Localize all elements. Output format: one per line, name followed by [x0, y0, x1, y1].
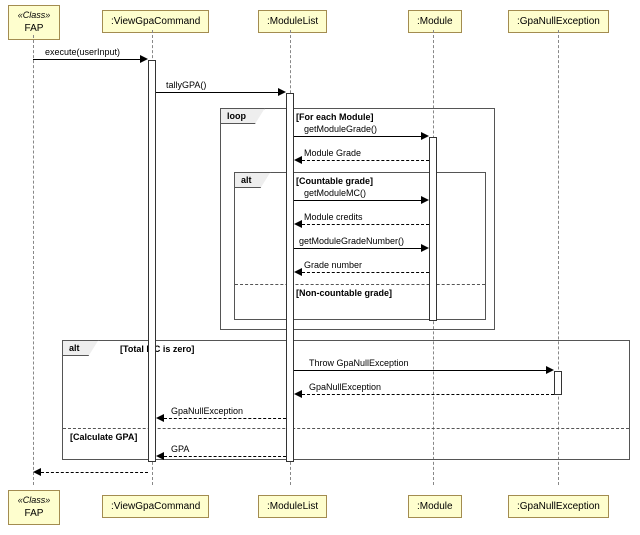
participant-modulelist-bottom: :ModuleList — [258, 495, 327, 518]
frame-alt-inner-label: alt — [234, 172, 271, 188]
msg-throw-gpanull: Throw GpaNullException — [294, 358, 554, 372]
activation-modulelist — [286, 93, 294, 462]
stereotype-fap: «Class» — [17, 10, 51, 22]
msg-getmodulemc: getModuleMC() — [294, 188, 429, 202]
participant-gpanull-bottom: :GpaNullException — [508, 495, 609, 518]
activation-viewgpa — [148, 60, 156, 462]
msg-getmodulegradenumber: getModuleGradeNumber() — [294, 236, 429, 250]
participant-viewgpa-bottom: :ViewGpaCommand — [102, 495, 209, 518]
label-fap: FAP — [17, 22, 51, 35]
participant-fap-bottom: «Class» FAP — [8, 490, 60, 525]
participant-module-top: :Module — [408, 10, 462, 33]
participant-modulelist-top: :ModuleList — [258, 10, 327, 33]
msg-gradenumber-return: Grade number — [294, 260, 429, 274]
participant-fap-top: «Class» FAP — [8, 5, 60, 40]
msg-modulecredits-return: Module credits — [294, 212, 429, 226]
msg-modulegrade-return: Module Grade — [294, 148, 429, 162]
msg-gpanull-return1: GpaNullException — [294, 382, 554, 396]
frame-alt-outer-label: alt — [62, 340, 99, 356]
activation-module — [429, 137, 437, 321]
lifeline-fap — [33, 35, 34, 485]
activation-gpanull — [554, 371, 562, 395]
participant-viewgpa-top: :ViewGpaCommand — [102, 10, 209, 33]
msg-gpa-return: GPA — [156, 444, 286, 458]
msg-final-return — [33, 466, 148, 480]
msg-execute: execute(userInput) — [33, 47, 148, 61]
frame-loop-label: loop — [220, 108, 265, 124]
msg-gpanull-return2: GpaNullException — [156, 406, 286, 420]
msg-getmodulegrade: getModuleGrade() — [294, 124, 429, 138]
msg-tallygpa: tallyGPA() — [156, 80, 286, 94]
participant-module-bottom: :Module — [408, 495, 462, 518]
